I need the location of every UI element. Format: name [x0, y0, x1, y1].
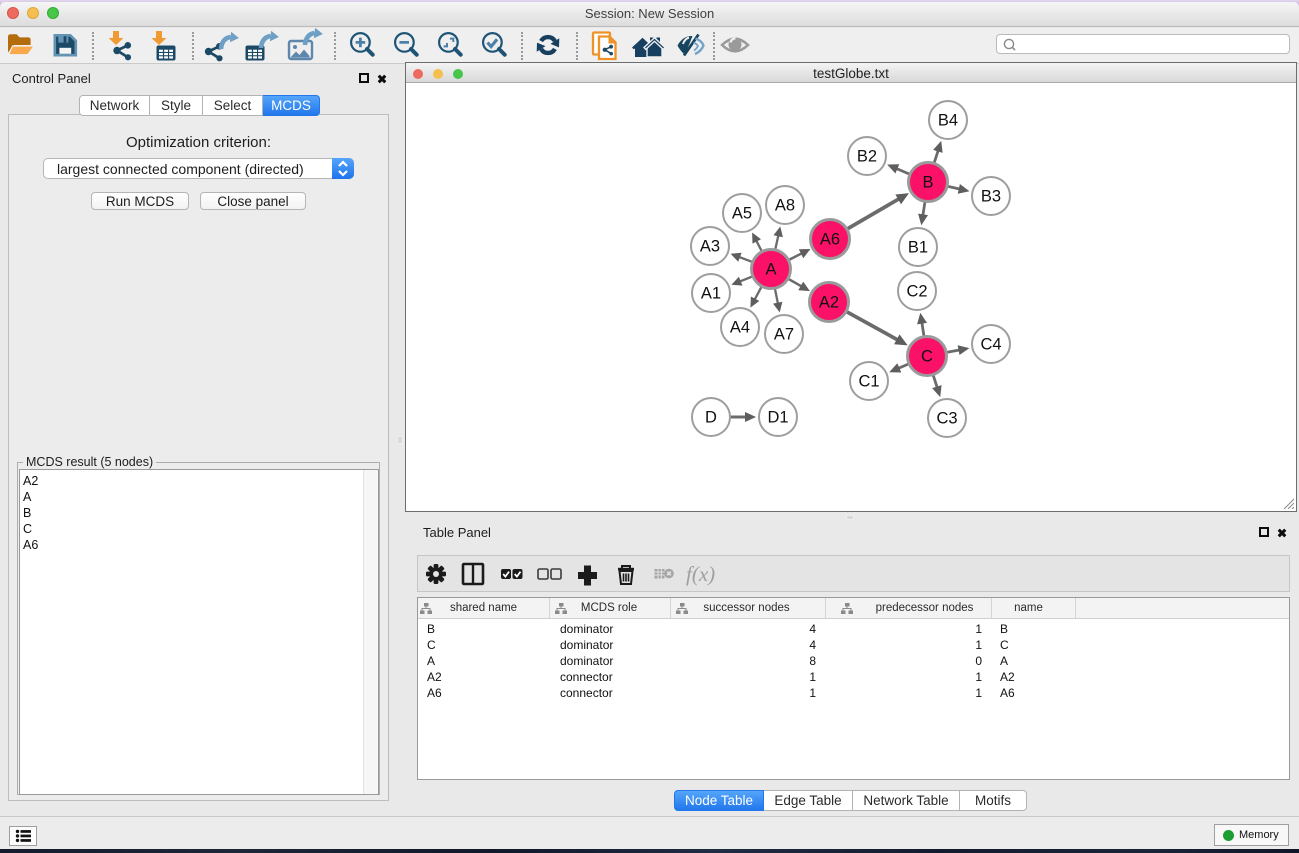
svg-text:A2: A2 [819, 294, 839, 312]
svg-text:A7: A7 [774, 326, 794, 344]
svg-text:C: C [921, 348, 933, 366]
svg-text:C1: C1 [858, 373, 879, 391]
svg-text:A: A [765, 261, 776, 279]
svg-text:A5: A5 [732, 205, 752, 223]
svg-text:B3: B3 [981, 188, 1001, 206]
svg-text:A8: A8 [775, 197, 795, 215]
svg-text:B2: B2 [857, 148, 877, 166]
svg-text:C2: C2 [906, 283, 927, 301]
svg-text:D: D [705, 409, 717, 427]
svg-text:A3: A3 [700, 238, 720, 256]
svg-text:f(x): f(x) [686, 562, 715, 586]
svg-text:A4: A4 [730, 319, 750, 337]
svg-text:D1: D1 [767, 409, 788, 427]
svg-text:C4: C4 [980, 336, 1001, 354]
svg-text:A6: A6 [820, 231, 840, 249]
svg-text:C3: C3 [936, 410, 957, 428]
svg-text:B4: B4 [938, 112, 958, 130]
svg-text:B: B [922, 174, 933, 192]
svg-text:B1: B1 [908, 239, 928, 257]
svg-text:A1: A1 [701, 285, 721, 303]
